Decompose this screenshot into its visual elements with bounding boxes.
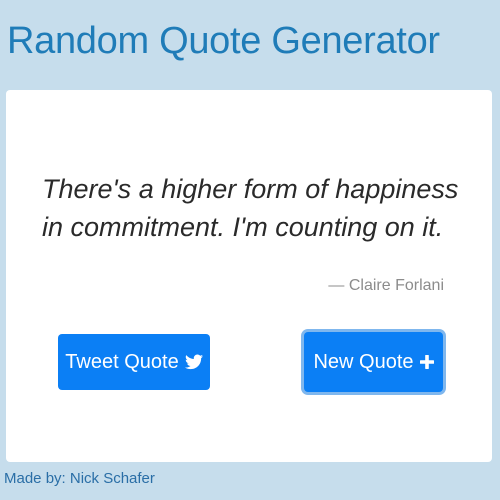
app-title: Random Quote Generator — [7, 20, 440, 62]
quote-card: There's a higher form of happiness in co… — [6, 90, 492, 462]
footer-credit: Made by: Nick Schafer — [4, 470, 155, 487]
new-quote-label: New Quote — [313, 350, 414, 373]
new-quote-button[interactable]: New Quote — [304, 332, 443, 392]
twitter-icon — [184, 354, 203, 370]
tweet-quote-button[interactable]: Tweet Quote — [58, 334, 210, 390]
tweet-quote-label: Tweet Quote — [65, 350, 179, 373]
quote-author: — Claire Forlani — [328, 277, 444, 294]
quote-text: There's a higher form of happiness in co… — [42, 174, 459, 242]
plus-icon — [419, 355, 434, 369]
